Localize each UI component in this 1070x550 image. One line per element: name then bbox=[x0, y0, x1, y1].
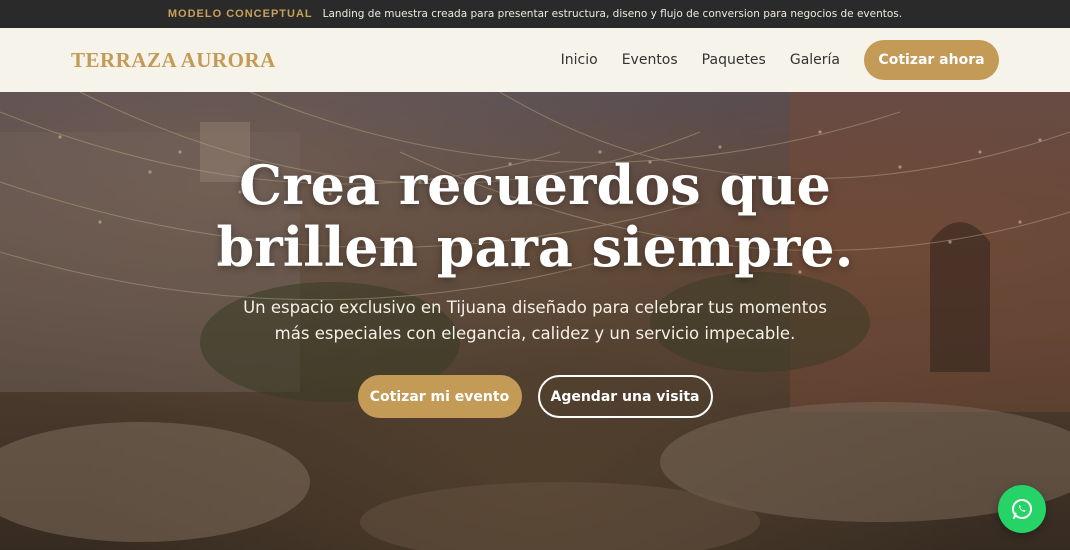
nav-eventos[interactable]: Eventos bbox=[622, 52, 678, 68]
nav-galeria[interactable]: Galería bbox=[790, 52, 840, 68]
hero-title-line-1: Crea recuerdos que bbox=[239, 153, 831, 217]
main-nav: Inicio Eventos Paquetes Galería Cotizar … bbox=[561, 40, 999, 80]
nav-paquetes[interactable]: Paquetes bbox=[702, 52, 766, 68]
concept-tag: MODELO CONCEPTUAL bbox=[167, 8, 313, 20]
nav-inicio[interactable]: Inicio bbox=[561, 52, 598, 68]
whatsapp-button[interactable] bbox=[998, 485, 1046, 533]
hero-title-line-2: brillen para siempre. bbox=[216, 215, 854, 279]
hero-subtitle: Un espacio exclusivo en Tijuana diseñado… bbox=[243, 298, 827, 343]
quote-now-button[interactable]: Cotizar ahora bbox=[864, 40, 999, 80]
concept-message: Landing de muestra creada para presentar… bbox=[322, 8, 903, 20]
schedule-visit-button[interactable]: Agendar una visita bbox=[537, 375, 713, 418]
site-header: TERRAZA AURORA Inicio Eventos Paquetes G… bbox=[0, 28, 1070, 92]
quote-event-button[interactable]: Cotizar mi evento bbox=[357, 375, 522, 418]
hero-content: Crea recuerdos que brillen para siempre.… bbox=[0, 92, 1070, 418]
whatsapp-icon bbox=[1012, 499, 1032, 519]
hero-title: Crea recuerdos que brillen para siempre. bbox=[0, 154, 1070, 278]
hero-section: Crea recuerdos que brillen para siempre.… bbox=[0, 92, 1070, 550]
hero-buttons: Cotizar mi evento Agendar una visita bbox=[0, 375, 1070, 418]
concept-banner: MODELO CONCEPTUAL Landing de muestra cre… bbox=[0, 0, 1070, 28]
logo[interactable]: TERRAZA AURORA bbox=[71, 48, 276, 73]
